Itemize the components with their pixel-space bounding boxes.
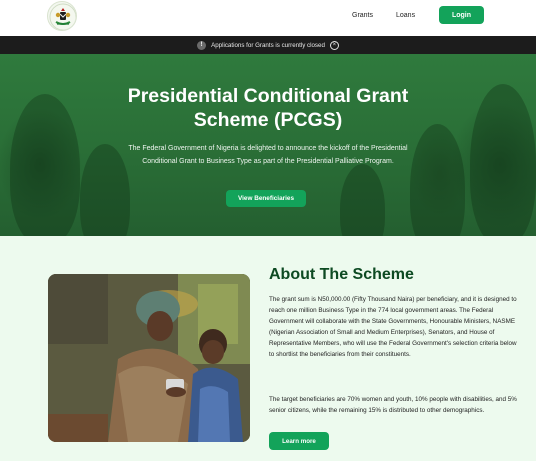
- banner-text: Applications for Grants is currently clo…: [211, 41, 325, 49]
- hero-background-figure: [470, 84, 536, 236]
- hero-title: Presidential Conditional Grant Scheme (P…: [127, 85, 409, 131]
- hero-background-figure: [80, 144, 130, 236]
- login-button[interactable]: Login: [439, 6, 484, 24]
- announcement-banner: ! Applications for Grants is currently c…: [0, 36, 536, 54]
- hero-background-figure: [10, 94, 80, 236]
- top-navigation: Grants Loans Login: [0, 0, 536, 36]
- nav-link-loans[interactable]: Loans: [396, 12, 415, 19]
- hero-background-figure: [340, 164, 385, 236]
- about-section: About The Scheme The grant sum is N50,00…: [0, 236, 536, 461]
- hero-background-figure: [410, 124, 465, 236]
- coat-of-arms-icon[interactable]: [47, 1, 77, 31]
- hero-description: The Federal Government of Nigeria is del…: [128, 145, 408, 165]
- learn-more-button[interactable]: Learn more: [269, 432, 329, 450]
- about-title: About The Scheme: [269, 266, 414, 283]
- hero-section: Presidential Conditional Grant Scheme (P…: [0, 54, 536, 236]
- about-paragraph: The target beneficiaries are 70% women a…: [269, 396, 517, 414]
- info-icon: !: [197, 40, 207, 50]
- view-beneficiaries-button[interactable]: View Beneficiaries: [226, 190, 306, 207]
- about-paragraph: The grant sum is N50,000.00 (Fifty Thous…: [269, 296, 517, 358]
- women-market-photo: [48, 274, 250, 442]
- nav-link-grants[interactable]: Grants: [352, 12, 373, 19]
- close-icon[interactable]: ×: [329, 40, 339, 50]
